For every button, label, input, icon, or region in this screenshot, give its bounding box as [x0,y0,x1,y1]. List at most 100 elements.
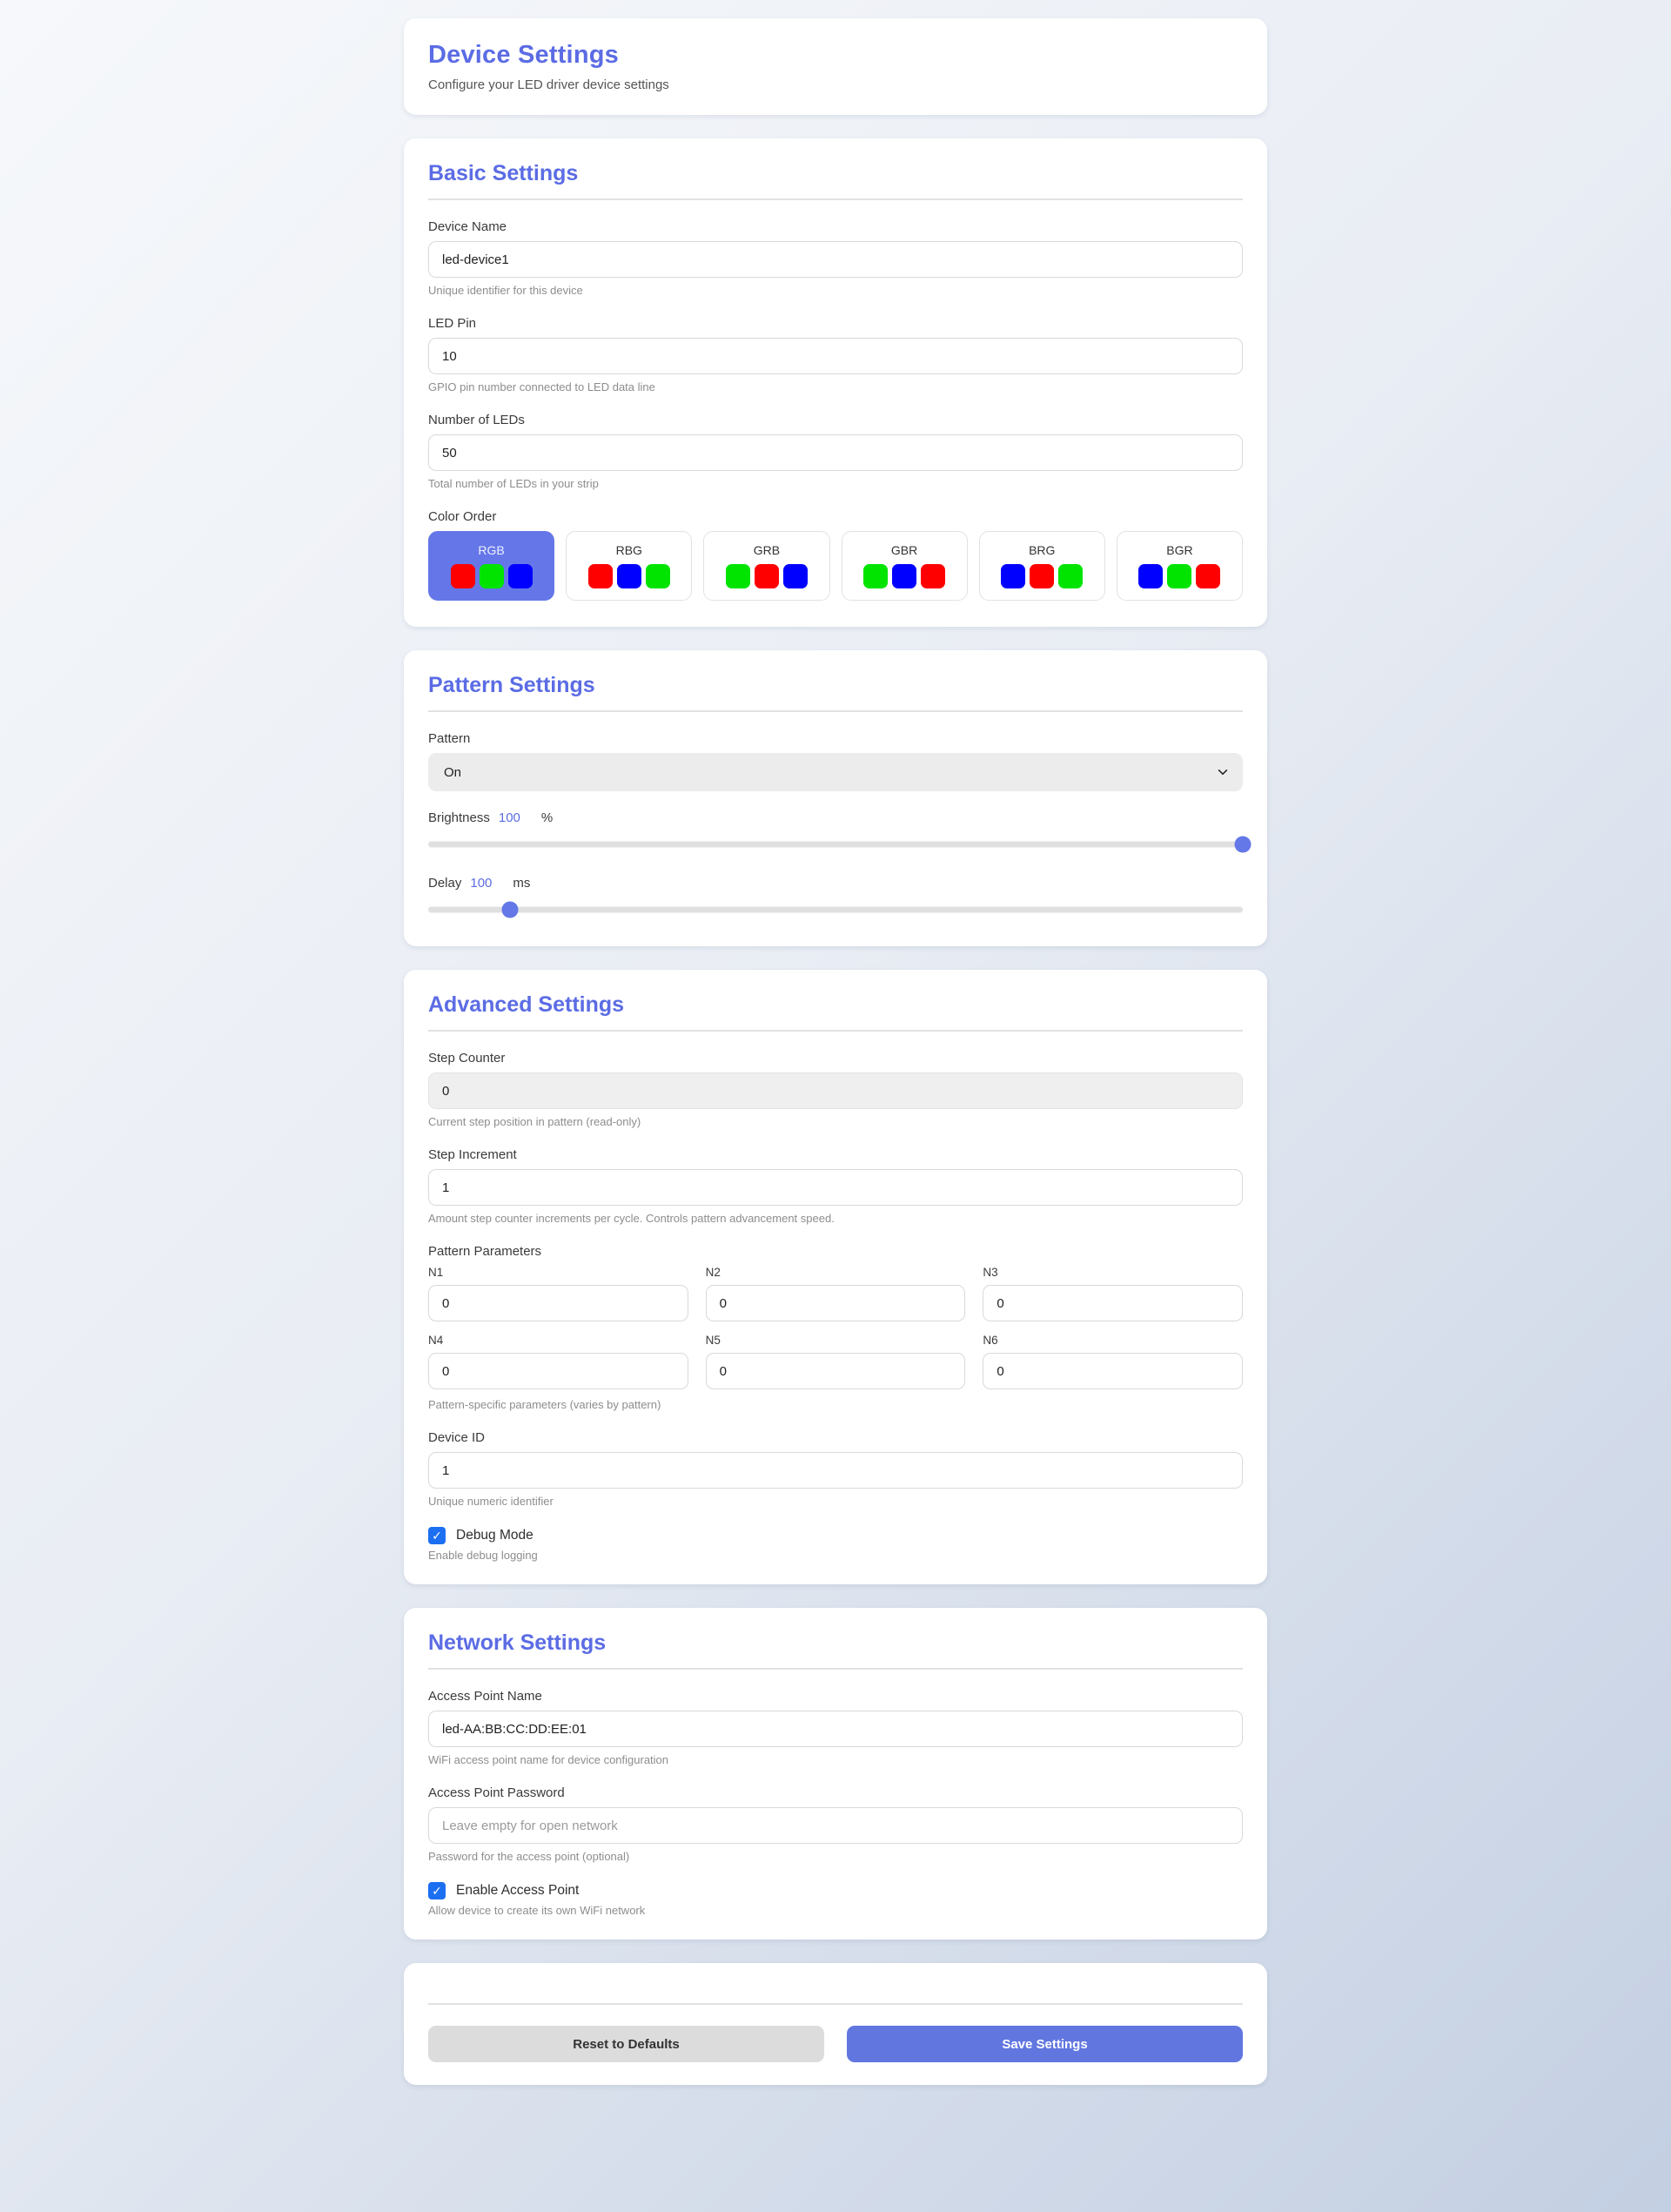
color-order-option-brg[interactable]: BRG [979,531,1105,601]
color-swatch [1167,564,1191,588]
param-n4: N4 [428,1334,688,1389]
delay-slider-track [428,907,1243,913]
ap-name-group: Access Point Name WiFi access point name… [428,1689,1243,1766]
network-settings-card: Network Settings Access Point Name WiFi … [404,1608,1267,1940]
ap-name-input[interactable] [428,1711,1243,1747]
enable-ap-label: Enable Access Point [456,1883,579,1899]
debug-mode-checkbox[interactable]: ✓ [428,1527,446,1544]
pattern-select[interactable]: On [428,753,1243,791]
color-swatch [480,564,504,588]
num-leds-label: Number of LEDs [428,413,1243,427]
pattern-parameters-help: Pattern-specific parameters (varies by p… [428,1398,1243,1411]
color-swatch [892,564,916,588]
brightness-group: Brightness 100 % [428,810,1243,853]
ap-name-label: Access Point Name [428,1689,1243,1704]
param-n1: N1 [428,1266,688,1321]
device-id-help: Unique numeric identifier [428,1495,1243,1508]
delay-value: 100 [470,876,492,891]
color-swatch [726,564,750,588]
brightness-label: Brightness [428,810,490,825]
pattern-select-value: On [444,765,461,780]
basic-settings-title: Basic Settings [428,161,1243,186]
delay-group: Delay 100 ms [428,876,1243,918]
led-pin-help: GPIO pin number connected to LED data li… [428,380,1243,393]
param-n5-input[interactable] [706,1353,966,1389]
color-swatch [783,564,808,588]
param-n4-label: N4 [428,1334,688,1347]
color-order-option-label: GRB [754,543,780,557]
device-name-input[interactable] [428,241,1243,278]
brightness-value: 100 [499,810,520,825]
color-swatch [646,564,670,588]
num-leds-input[interactable] [428,434,1243,471]
param-n5: N5 [706,1334,966,1389]
step-counter-help: Current step position in pattern (read-o… [428,1115,1243,1128]
param-n4-input[interactable] [428,1353,688,1389]
param-n2-label: N2 [706,1266,966,1279]
brightness-slider-track [428,842,1243,848]
param-n3-label: N3 [983,1266,1243,1279]
ap-password-input[interactable] [428,1807,1243,1844]
color-swatch [1058,564,1083,588]
pattern-settings-title: Pattern Settings [428,673,1243,698]
section-divider [428,1030,1243,1032]
param-n6-label: N6 [983,1334,1243,1347]
device-id-label: Device ID [428,1430,1243,1445]
param-n3-input[interactable] [983,1285,1243,1321]
delay-slider-thumb[interactable] [501,902,518,918]
save-settings-button[interactable]: Save Settings [847,2026,1243,2062]
actions-card: Reset to Defaults Save Settings [404,1963,1267,2085]
pattern-parameters-label: Pattern Parameters [428,1244,1243,1259]
color-swatch [755,564,779,588]
pattern-label: Pattern [428,731,1243,746]
color-order-option-gbr[interactable]: GBR [842,531,968,601]
device-name-label: Device Name [428,219,1243,234]
device-id-group: Device ID Unique numeric identifier [428,1430,1243,1508]
enable-ap-help: Allow device to create its own WiFi netw… [428,1904,1243,1917]
enable-ap-group: ✓ Enable Access Point Allow device to cr… [428,1882,1243,1917]
step-counter-group: Step Counter Current step position in pa… [428,1051,1243,1128]
color-order-options: RGB RBG GRB GBR BRG [428,531,1243,601]
color-swatch [508,564,533,588]
color-swatch [1196,564,1220,588]
page-title: Device Settings [428,41,1243,70]
color-order-option-rbg[interactable]: RBG [566,531,692,601]
color-order-option-label: RBG [616,543,642,557]
enable-ap-checkbox[interactable]: ✓ [428,1882,446,1899]
device-name-help: Unique identifier for this device [428,284,1243,297]
led-pin-input[interactable] [428,338,1243,374]
device-name-group: Device Name Unique identifier for this d… [428,219,1243,297]
pattern-parameters-group: Pattern Parameters N1 N2 N3 N4 [428,1244,1243,1411]
debug-mode-label: Debug Mode [456,1528,534,1543]
delay-slider[interactable] [428,901,1243,918]
param-n2-input[interactable] [706,1285,966,1321]
debug-mode-group: ✓ Debug Mode Enable debug logging [428,1527,1243,1562]
pattern-group: Pattern On [428,731,1243,791]
step-increment-group: Step Increment Amount step counter incre… [428,1147,1243,1225]
network-settings-title: Network Settings [428,1630,1243,1656]
step-increment-help: Amount step counter increments per cycle… [428,1212,1243,1225]
actions-divider [428,2003,1243,2005]
color-order-option-bgr[interactable]: BGR [1117,531,1243,601]
color-order-group: Color Order RGB RBG GRB GBR [428,509,1243,601]
color-order-option-label: RGB [478,543,504,557]
section-divider [428,710,1243,712]
device-id-input[interactable] [428,1452,1243,1489]
step-increment-input[interactable] [428,1169,1243,1206]
brightness-slider-thumb[interactable] [1235,837,1252,853]
param-n6: N6 [983,1334,1243,1389]
color-swatch [451,564,475,588]
ap-password-help: Password for the access point (optional) [428,1850,1243,1863]
color-order-option-rgb[interactable]: RGB [428,531,554,601]
reset-defaults-button[interactable]: Reset to Defaults [428,2026,824,2062]
num-leds-group: Number of LEDs Total number of LEDs in y… [428,413,1243,490]
step-counter-label: Step Counter [428,1051,1243,1066]
param-n1-input[interactable] [428,1285,688,1321]
brightness-slider[interactable] [428,836,1243,853]
param-n6-input[interactable] [983,1353,1243,1389]
color-order-option-label: BGR [1166,543,1192,557]
color-order-option-grb[interactable]: GRB [703,531,829,601]
color-swatch [1138,564,1163,588]
ap-password-group: Access Point Password Password for the a… [428,1785,1243,1863]
advanced-settings-card: Advanced Settings Step Counter Current s… [404,970,1267,1584]
